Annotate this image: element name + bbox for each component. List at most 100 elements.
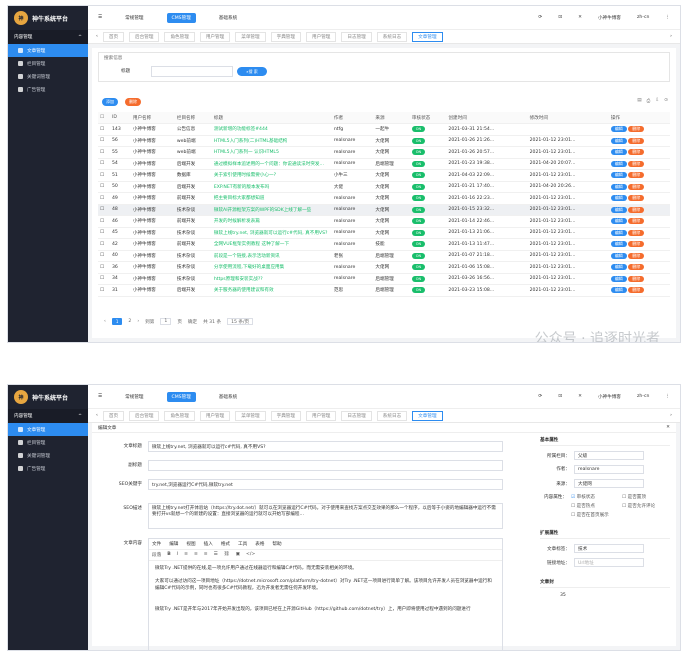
tab-syslog[interactable]: 系统日志 [376, 31, 408, 42]
code-icon[interactable]: </> [246, 552, 255, 558]
table-row[interactable]: ☐ 143 小神牛博客 公告信息 测试新增的功能标签#444 ntfg 一起牛 ON 2021-… [98, 123, 670, 136]
cell-title[interactable]: HTML5入门系列一 认识HTML5 [211, 146, 332, 159]
attr-audit-checkbox[interactable]: ☑ 审核状态 [571, 494, 619, 500]
row-edit-button[interactable]: 编辑 [610, 218, 627, 225]
status-switch[interactable]: ON [411, 264, 425, 271]
status-switch[interactable]: ON [411, 218, 425, 225]
row-edit-button[interactable]: 编辑 [610, 287, 627, 294]
source-input[interactable]: 大佬网 [574, 479, 644, 488]
sidebar-item-keyword[interactable]: 关键词管理 [8, 449, 88, 462]
fullscreen-icon[interactable]: ✕ [578, 394, 582, 399]
row-delete-button[interactable]: 删除 [628, 218, 645, 225]
status-switch[interactable]: ON [411, 172, 425, 179]
table-row[interactable]: ☐ 34 小神牛博客 技术杂谈 https原理和安装实战?? realsnare 后端管理 O… [98, 273, 670, 285]
row-delete-button[interactable]: 删除 [628, 195, 645, 202]
lock-icon[interactable]: ⊡ [558, 15, 562, 20]
status-switch[interactable]: ON [411, 149, 425, 156]
user-name[interactable]: 小神牛博客 [598, 394, 621, 400]
row-delete-button[interactable]: 删除 [628, 252, 645, 259]
editor-menu-help[interactable]: 帮助 [272, 541, 281, 547]
row-delete-button[interactable]: 删除 [628, 287, 645, 294]
row-delete-button[interactable]: 删除 [628, 183, 645, 190]
lang-select[interactable]: zh-cn [637, 394, 649, 399]
row-checkbox[interactable]: ☐ [100, 288, 104, 293]
row-delete-button[interactable]: 删除 [628, 149, 645, 156]
status-switch[interactable]: ON [411, 195, 425, 202]
status-switch[interactable]: ON [411, 126, 425, 133]
tab-menu[interactable]: 菜单管理 [235, 410, 266, 421]
row-delete-button[interactable]: 删除 [628, 229, 645, 236]
row-edit-button[interactable]: 编辑 [610, 195, 627, 202]
row-edit-button[interactable]: 编辑 [610, 137, 627, 144]
table-row[interactable]: ☐ 55 小神牛博客 web前端 HTML5入门系列一 认识HTML5 realsnare… [98, 146, 670, 159]
table-row[interactable]: ☐ 54 小神牛博客 后端开发 通过模拟样本追述用的一个问题：你说通读法时突发... re… [98, 158, 670, 170]
title-input[interactable]: 微软上线try.net, 浏览器就可以运行c#代码, 真不用VS? [148, 441, 503, 452]
row-edit-button[interactable]: 编辑 [610, 264, 627, 271]
top-menu-base[interactable]: 基础系统 [214, 392, 242, 402]
row-checkbox[interactable]: ☐ [100, 150, 104, 155]
tab-prev-icon[interactable]: ‹ [96, 413, 98, 418]
row-edit-button[interactable]: 编辑 [610, 126, 627, 133]
column-select[interactable]: 父级 [574, 451, 644, 460]
settings-icon[interactable]: ⊙ [664, 98, 668, 104]
tab-article[interactable]: 文章管理 [412, 410, 443, 421]
cell-title[interactable]: HTML5入门系列(二)HTML基础结构 [211, 135, 332, 147]
row-delete-button[interactable]: 删除 [628, 206, 645, 213]
sidebar-item-article[interactable]: 文章管理 [8, 423, 88, 436]
print-icon[interactable]: ⎙ [647, 98, 651, 104]
row-delete-button[interactable]: 删除 [628, 241, 645, 248]
row-delete-button[interactable]: 删除 [628, 126, 645, 133]
row-checkbox[interactable]: ☐ [100, 276, 104, 281]
editor-body[interactable]: 微软Try .NET提供的在线,是一项允许用户通过在线器运行和编辑C#代码，而无… [149, 561, 502, 617]
row-edit-button[interactable]: 编辑 [610, 160, 627, 167]
status-switch[interactable]: ON [411, 206, 425, 213]
row-checkbox[interactable]: ☐ [100, 207, 104, 212]
tab-user2[interactable]: 用户管理 [306, 410, 337, 421]
row-delete-button[interactable]: 删除 [628, 172, 645, 179]
table-row[interactable]: ☐ 49 小神牛博客 前端开发 把主要目标大家都想知道 realsnare 大佬网 ON 202… [98, 192, 670, 205]
sidebar-item-article[interactable]: 文章管理 [8, 44, 88, 57]
row-checkbox[interactable]: ☐ [100, 253, 104, 258]
row-edit-button[interactable]: 编辑 [610, 172, 627, 179]
select-all-checkbox[interactable]: ☐ [100, 115, 104, 120]
attr-top-checkbox[interactable]: ☐ 是否置顶 [622, 494, 670, 500]
bold-icon[interactable]: B [167, 552, 171, 558]
editor-menu-edit[interactable]: 编辑 [169, 541, 178, 547]
sidebar-item-keyword[interactable]: 关键词管理 [8, 70, 88, 83]
sidebar-item-column[interactable]: 栏目管理 [8, 57, 88, 70]
status-switch[interactable]: ON [411, 275, 425, 282]
align-right-icon[interactable]: ≡ [204, 552, 208, 558]
page-2[interactable]: 2 [128, 319, 131, 324]
format-select[interactable]: 段落 [152, 552, 161, 558]
status-switch[interactable]: ON [411, 229, 425, 236]
tab-menu[interactable]: 菜单管理 [235, 31, 266, 42]
editor-menu-format[interactable]: 格式 [221, 541, 230, 547]
cell-title[interactable]: https原理和安装实战?? [211, 273, 332, 285]
lang-select[interactable]: zh-cn [637, 15, 649, 20]
row-edit-button[interactable]: 编辑 [610, 229, 627, 236]
cell-title[interactable]: 全网VUE框架实例教程 这种了解一下 [211, 238, 332, 251]
align-left-icon[interactable]: ≡ [184, 552, 188, 558]
menu-toggle-icon[interactable]: ☰ [98, 15, 102, 20]
lock-icon[interactable]: ⊡ [558, 394, 562, 399]
row-checkbox[interactable]: ☐ [100, 230, 104, 235]
italic-icon[interactable]: I [177, 552, 178, 558]
close-icon[interactable]: ✕ [666, 425, 670, 430]
sidebar-group-content[interactable]: 内容管理 ^ [8, 30, 88, 44]
tab-user[interactable]: 用户管理 [199, 31, 231, 42]
tab-log[interactable]: 日志管理 [341, 31, 372, 42]
search-button[interactable]: ⌕ 搜 索 [237, 67, 267, 76]
page-size-select[interactable]: 15 条/页 [227, 318, 254, 325]
cell-title[interactable]: 把主要目标大家都想知道 [211, 192, 332, 205]
row-edit-button[interactable]: 编辑 [610, 275, 627, 282]
tab-admin[interactable]: 后台管理 [129, 410, 160, 421]
top-menu-cms[interactable]: CMS管理 [166, 12, 196, 23]
sidebar-group-content[interactable]: 内容管理 ^ [8, 409, 88, 423]
row-edit-button[interactable]: 编辑 [610, 206, 627, 213]
row-checkbox[interactable]: ☐ [100, 265, 104, 270]
tab-dict[interactable]: 字典管理 [270, 410, 301, 421]
sidebar-item-ad[interactable]: 广告管理 [8, 462, 88, 475]
cell-title[interactable]: 微软AI开源框架方案的WPF的SDK上线了解一些 [211, 204, 332, 216]
tab-role[interactable]: 角色管理 [164, 410, 195, 421]
page-confirm-button[interactable]: 确定 [188, 319, 197, 325]
